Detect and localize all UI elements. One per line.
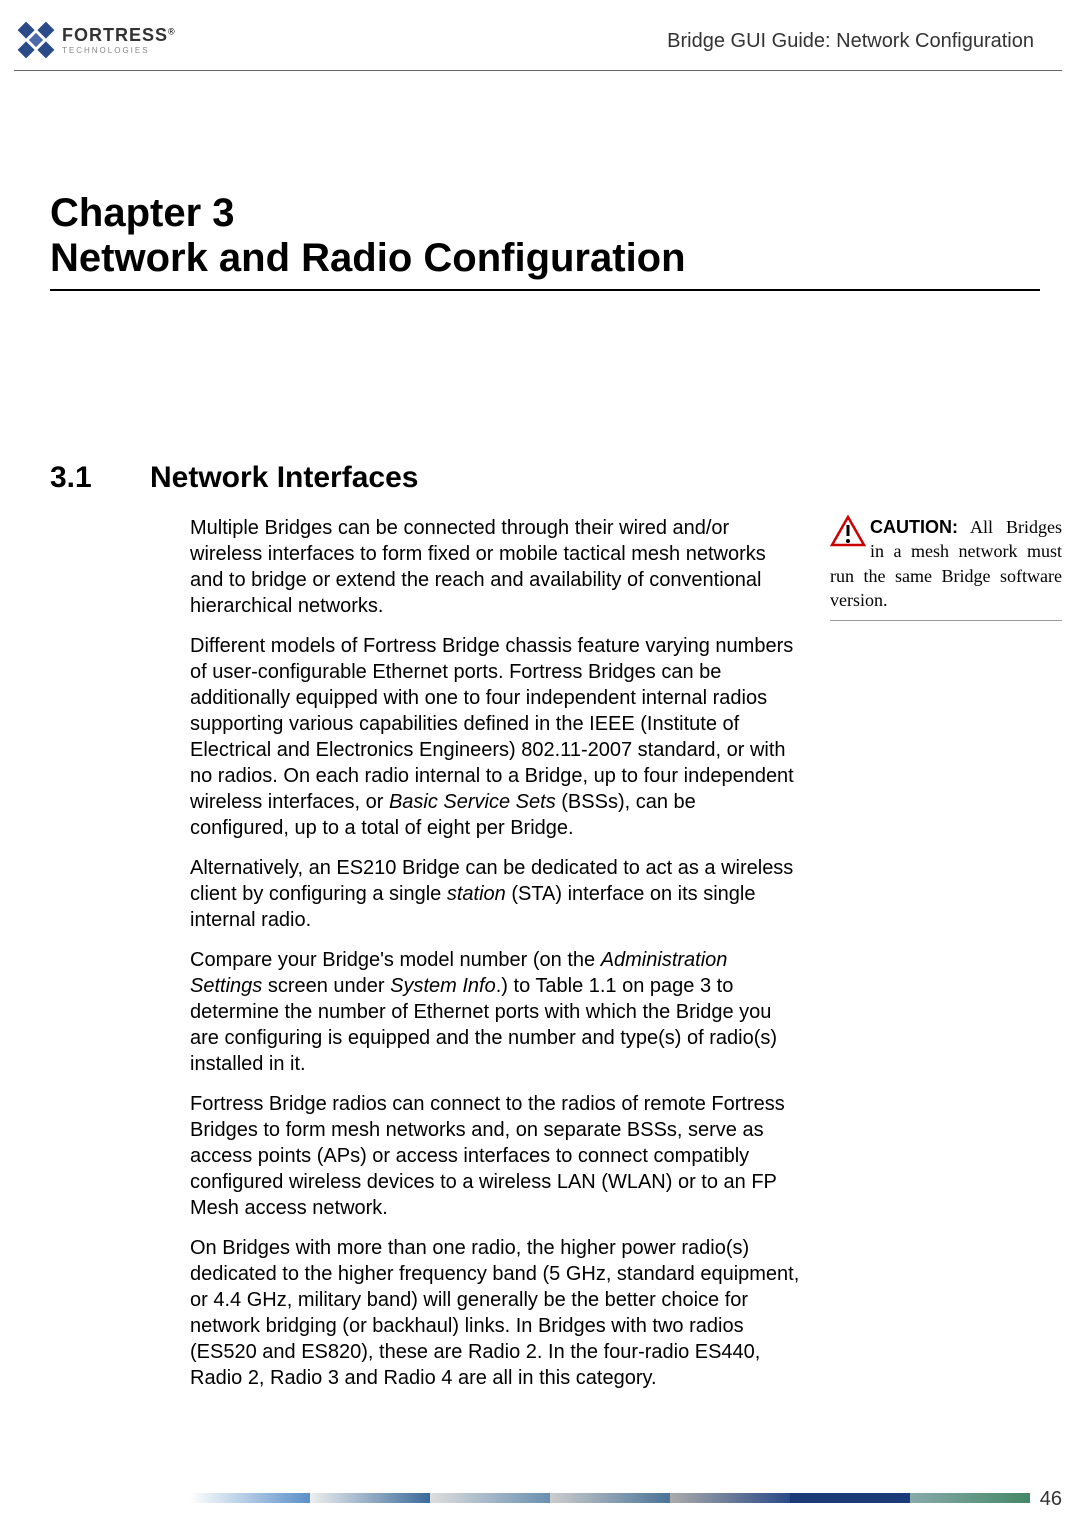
logo-registered: ® bbox=[168, 26, 175, 36]
header-guide-title: Bridge GUI Guide: Network Configuration bbox=[667, 30, 1034, 53]
logo-main-text: FORTRESS bbox=[62, 25, 168, 45]
chapter-name: Network and Radio Configuration bbox=[50, 236, 1040, 281]
footer-segment bbox=[310, 1493, 430, 1503]
chapter-title: Chapter 3 Network and Radio Configuratio… bbox=[50, 191, 1040, 291]
footer-segment bbox=[910, 1493, 1030, 1503]
caution-note: CAUTION: All Bridges in a mesh network m… bbox=[830, 515, 1062, 621]
footer-decorative-bar bbox=[190, 1493, 1030, 1503]
footer-segment bbox=[430, 1493, 550, 1503]
fortress-logo-icon bbox=[14, 18, 58, 62]
footer-segment bbox=[670, 1493, 790, 1503]
footer-segment bbox=[790, 1493, 910, 1503]
caution-icon bbox=[830, 515, 866, 547]
paragraph-1: Multiple Bridges can be connected throug… bbox=[190, 515, 800, 619]
logo-sub-text: TECHNOLOGIES bbox=[62, 46, 175, 55]
paragraph-6: On Bridges with more than one radio, the… bbox=[190, 1235, 800, 1391]
paragraph-3: Alternatively, an ES210 Bridge can be de… bbox=[190, 855, 800, 933]
caution-label: CAUTION: bbox=[870, 517, 958, 537]
side-column: CAUTION: All Bridges in a mesh network m… bbox=[830, 515, 1062, 1405]
logo: FORTRESS® TECHNOLOGIES bbox=[14, 18, 175, 62]
main-column: Multiple Bridges can be connected throug… bbox=[190, 515, 800, 1405]
footer-segment bbox=[190, 1493, 310, 1503]
paragraph-5: Fortress Bridge radios can connect to th… bbox=[190, 1091, 800, 1221]
page-header: FORTRESS® TECHNOLOGIES Bridge GUI Guide:… bbox=[14, 0, 1062, 71]
chapter-number: Chapter 3 bbox=[50, 191, 1040, 236]
section-title: Network Interfaces bbox=[150, 461, 418, 494]
page-number: 46 bbox=[1040, 1488, 1062, 1511]
content-area: Multiple Bridges can be connected throug… bbox=[190, 515, 1062, 1405]
section-number: 3.1 bbox=[50, 461, 150, 495]
paragraph-4: Compare your Bridge's model number (on t… bbox=[190, 947, 800, 1077]
section-heading: 3.1Network Interfaces bbox=[50, 461, 1090, 495]
footer-segment bbox=[550, 1493, 670, 1503]
paragraph-2: Different models of Fortress Bridge chas… bbox=[190, 633, 800, 841]
logo-text: FORTRESS® TECHNOLOGIES bbox=[62, 26, 175, 55]
